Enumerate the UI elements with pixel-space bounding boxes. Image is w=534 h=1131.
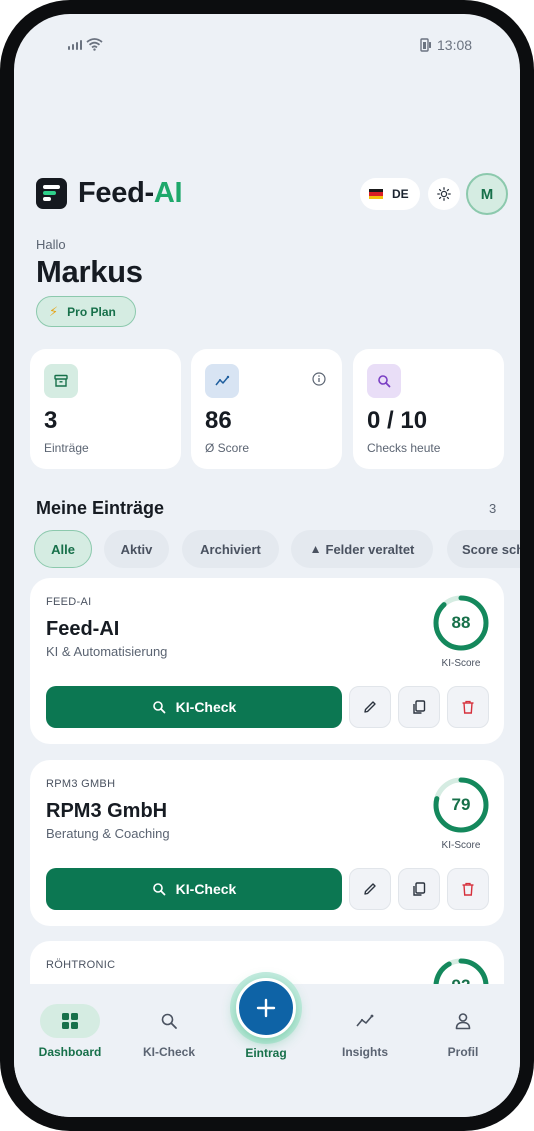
delete-button[interactable] — [447, 686, 489, 728]
status-bar: 13:08 — [14, 36, 520, 56]
nav-insights[interactable]: Insights — [325, 1004, 405, 1064]
nav-label: KI-Check — [142, 1045, 195, 1059]
entry-category: Beratung & Coaching — [46, 826, 170, 841]
archive-icon — [44, 364, 78, 398]
entry-name: RPM3 GmbH — [46, 800, 168, 822]
duplicate-button[interactable] — [398, 686, 440, 728]
stat-card-checks[interactable]: 0 / 10 Checks heute — [353, 349, 504, 469]
edit-button[interactable] — [349, 868, 391, 910]
language-switcher[interactable]: DE — [360, 178, 420, 210]
app-screen: 13:08 Feed-AI DE M Hallo Markus ⚡ Pro Pl… — [14, 14, 520, 1117]
info-icon[interactable] — [312, 372, 326, 386]
entry-category: KI & Automatisierung — [46, 644, 168, 659]
phone-frame: 13:08 Feed-AI DE M Hallo Markus ⚡ Pro Pl… — [0, 0, 534, 1131]
plan-label: Pro Plan — [67, 304, 116, 319]
status-time: 13:08 — [437, 37, 473, 53]
signal-icon — [68, 40, 82, 50]
entry-subtitle: RPM3 GMBH — [46, 778, 116, 790]
entry-subtitle: RÖHTRONIC — [46, 959, 116, 971]
nav-label: Profil — [447, 1045, 479, 1059]
stat-label: Ø Score — [205, 441, 250, 455]
wifi-icon — [86, 38, 103, 51]
filter-chip-all[interactable]: Alle — [34, 530, 92, 568]
score-ring: 88 — [432, 594, 490, 652]
add-entry-button[interactable] — [236, 978, 296, 1038]
stat-value: 86 — [205, 407, 232, 434]
user-icon — [433, 1004, 493, 1038]
score-value: 79 — [451, 795, 471, 814]
entry-card[interactable]: RPM3 GMBH RPM3 GmbH Beratung & Coaching … — [30, 760, 504, 926]
filter-chip-label: Felder veraltet — [325, 541, 415, 557]
trend-icon — [205, 364, 239, 398]
plus-icon — [256, 998, 276, 1018]
filter-chip-active[interactable]: Aktiv — [104, 530, 169, 568]
nav-profil[interactable]: Profil — [423, 1004, 503, 1064]
filter-chip-archived[interactable]: Archiviert — [182, 530, 279, 568]
filter-chip-outdated[interactable]: ▲ Felder veraltet — [291, 530, 433, 568]
delete-button[interactable] — [447, 868, 489, 910]
entry-card[interactable]: FEED-AI Feed-AI KI & Automatisierung 88 … — [30, 578, 504, 744]
nav-ki-check[interactable]: KI-Check — [129, 1004, 209, 1064]
nav-dashboard[interactable]: Dashboard — [30, 1004, 110, 1064]
warning-icon: ▲ — [309, 542, 322, 556]
stat-card-score[interactable]: 86 Ø Score — [191, 349, 342, 469]
app-name: Feed-AI — [78, 177, 183, 210]
app-logo-icon — [36, 178, 67, 209]
nav-label: Eintrag — [245, 1046, 287, 1060]
score-label: KI-Score — [441, 658, 481, 669]
ki-check-label: KI-Check — [175, 881, 237, 897]
greeting-label: Hallo — [36, 237, 66, 252]
search-icon — [139, 1004, 199, 1038]
theme-toggle-button[interactable] — [428, 178, 460, 210]
search-icon — [367, 364, 401, 398]
duplicate-button[interactable] — [398, 868, 440, 910]
entry-subtitle: FEED-AI — [46, 596, 92, 608]
pencil-icon — [364, 883, 376, 895]
copy-icon — [413, 700, 426, 714]
section-title: Meine Einträge — [36, 498, 165, 518]
lightning-icon: ⚡ — [49, 303, 59, 319]
entry-name: Feed-AI — [46, 618, 120, 640]
stat-card-entries[interactable]: 3 Einträge — [30, 349, 181, 469]
copy-icon — [413, 882, 426, 896]
nav-label: Insights — [341, 1045, 388, 1059]
search-icon — [152, 883, 166, 896]
ki-check-button[interactable]: KI-Check — [46, 686, 342, 728]
pencil-icon — [364, 701, 376, 713]
stat-value: 3 — [44, 407, 58, 434]
stat-label: Checks heute — [367, 441, 441, 455]
battery-icon — [420, 38, 431, 52]
app-name-part2: AI — [153, 177, 183, 209]
language-code: DE — [392, 187, 409, 201]
nav-label: Dashboard — [38, 1045, 102, 1059]
german-flag-icon — [369, 189, 383, 199]
stat-value: 0 / 10 — [367, 407, 428, 434]
user-name: Markus — [36, 254, 143, 289]
sun-icon — [437, 187, 451, 201]
search-icon — [152, 701, 166, 714]
trash-icon — [462, 882, 474, 896]
grid-icon — [40, 1004, 100, 1038]
edit-button[interactable] — [349, 686, 391, 728]
plan-badge[interactable]: ⚡ Pro Plan — [36, 296, 136, 327]
stat-label: Einträge — [44, 441, 89, 455]
bottom-navigation: Dashboard KI-Check Eintrag Insights Prof… — [14, 972, 520, 1117]
filter-chip-weak-score[interactable]: Score schwach — [447, 530, 520, 568]
user-avatar[interactable]: M — [466, 173, 508, 215]
score-ring: 79 — [432, 776, 490, 834]
score-label: KI-Score — [441, 840, 481, 851]
score-value: 88 — [451, 613, 471, 632]
ki-check-button[interactable]: KI-Check — [46, 868, 342, 910]
app-name-part1: Feed- — [78, 177, 154, 209]
section-count: 3 — [489, 501, 497, 516]
ki-check-label: KI-Check — [175, 699, 237, 715]
trend-icon — [335, 1004, 395, 1038]
trash-icon — [462, 700, 474, 714]
